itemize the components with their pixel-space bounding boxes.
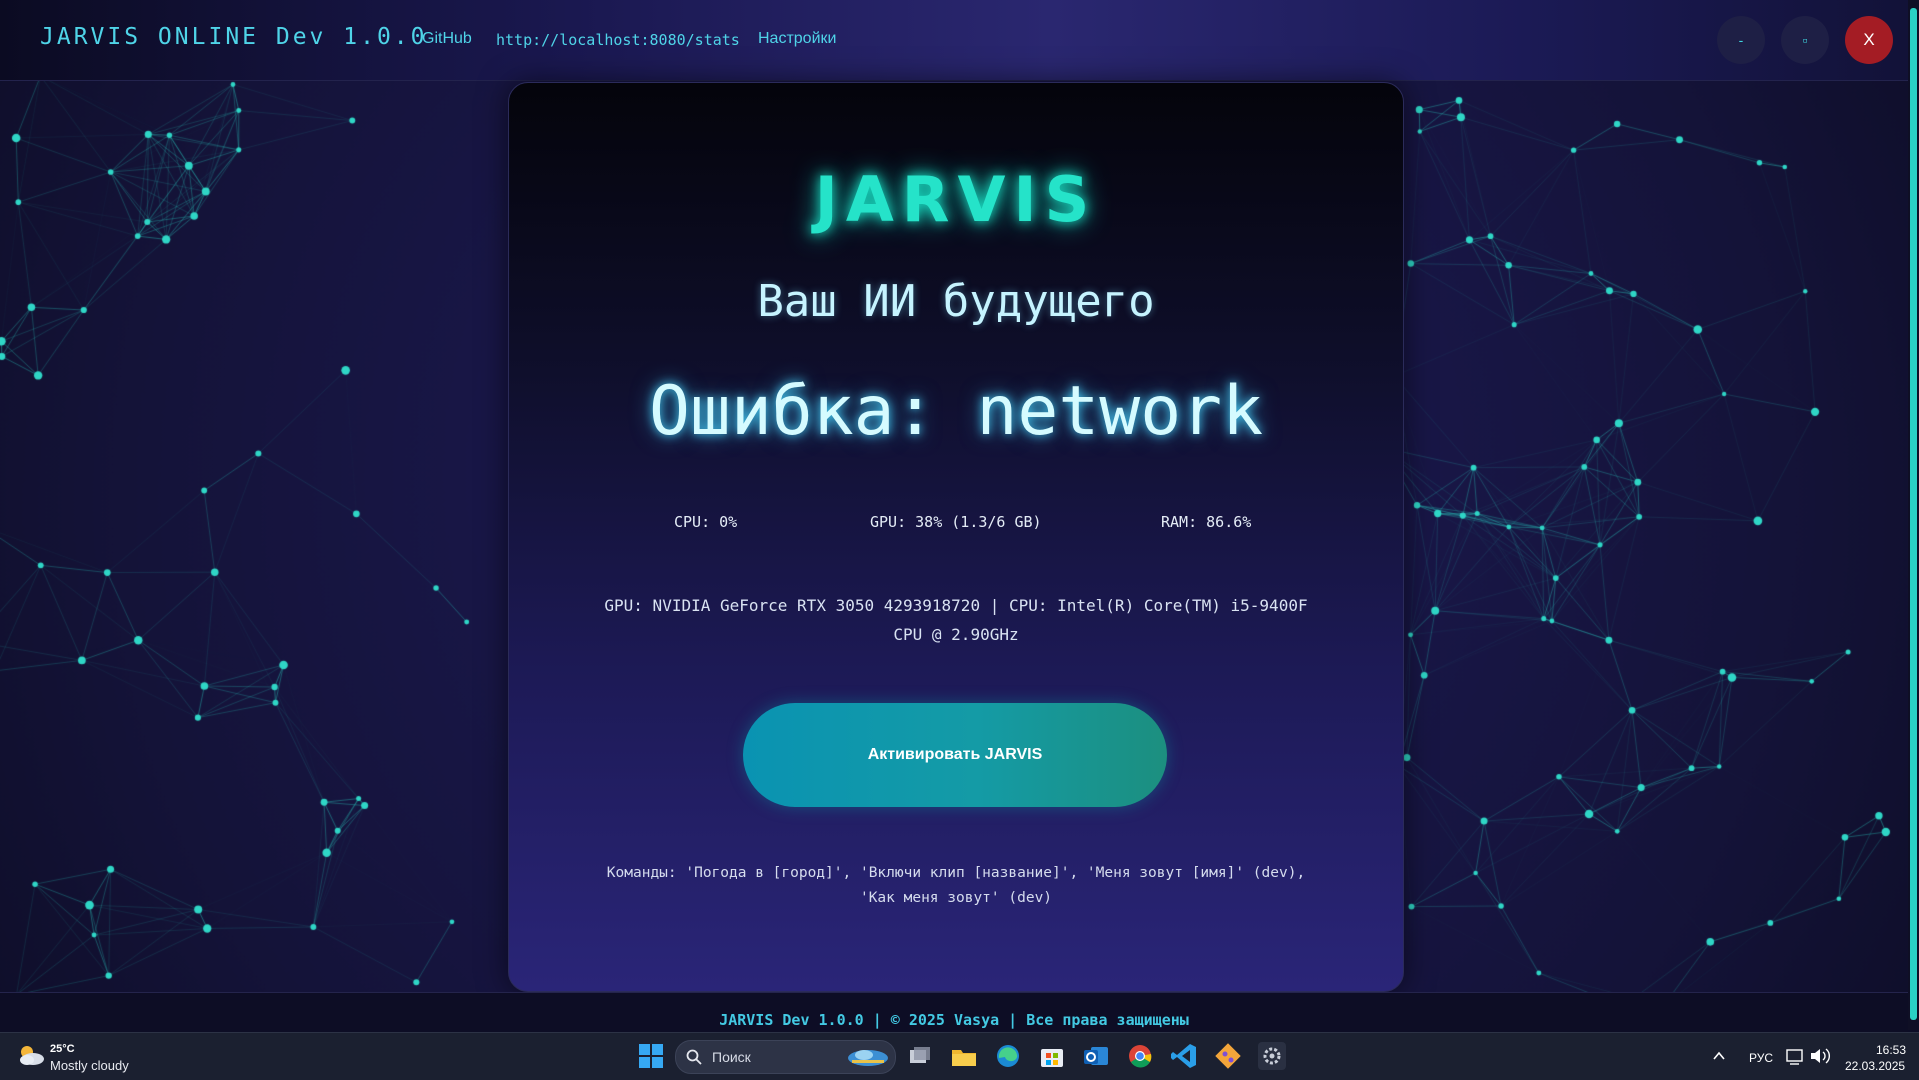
scrollbar-thumb[interactable] — [1910, 8, 1917, 1020]
subtitle: Ваш ИИ будущего — [757, 276, 1155, 327]
taskbar-search[interactable]: Поиск — [675, 1040, 896, 1074]
file-explorer-icon[interactable] — [949, 1041, 979, 1071]
chevron-up-icon[interactable] — [1710, 1041, 1728, 1071]
store-icon[interactable] — [1037, 1041, 1067, 1071]
close-button[interactable]: X — [1845, 16, 1893, 64]
taskbar: 25°C Mostly cloudy Поиск РУС 16:53 22.03… — [0, 1032, 1919, 1080]
search-icon — [686, 1049, 702, 1065]
commands-hint: Команды: 'Погода в [город]', 'Включи кли… — [569, 861, 1343, 911]
weather-description[interactable]: Mostly cloudy — [50, 1058, 129, 1073]
minimize-button[interactable]: - — [1717, 16, 1765, 64]
outlook-icon[interactable] — [1081, 1041, 1111, 1071]
footer: JARVIS Dev 1.0.0 | © 2025 Vasya | Все пр… — [0, 992, 1908, 1033]
clock-time[interactable]: 16:53 — [1876, 1043, 1906, 1057]
maximize-button[interactable]: ▫ — [1781, 16, 1829, 64]
search-highlight-icon — [848, 1050, 888, 1066]
language-indicator[interactable]: РУС — [1749, 1051, 1773, 1065]
nav-settings-link[interactable]: Настройки — [758, 30, 836, 48]
vscode-icon[interactable] — [1169, 1041, 1199, 1071]
task-view-icon[interactable] — [905, 1041, 935, 1071]
git-icon[interactable] — [1213, 1041, 1243, 1071]
scrollbar[interactable] — [1908, 0, 1919, 1030]
network-icon[interactable] — [1784, 1041, 1806, 1071]
status-message: Ошибка: network — [648, 372, 1264, 451]
cpu-stat: CPU: 0% — [674, 513, 738, 531]
main-panel: JARVIS Ваш ИИ будущего Ошибка: network C… — [508, 82, 1404, 992]
gpu-stat: GPU: 38% (1.3/6 GB) — [870, 513, 1042, 531]
edge-icon[interactable] — [993, 1041, 1023, 1071]
commands-line-2: 'Как меня зовут' (dev) — [859, 890, 1053, 906]
windows-start-icon[interactable] — [636, 1041, 666, 1071]
settings-app-icon[interactable] — [1257, 1041, 1287, 1071]
footer-text: JARVIS Dev 1.0.0 | © 2025 Vasya | Все пр… — [719, 1011, 1189, 1029]
hardware-line-1: GPU: NVIDIA GeForce RTX 3050 4293918720 … — [604, 596, 1308, 615]
nav-stats-link[interactable]: http://localhost:8080/stats — [496, 31, 740, 49]
hardware-info: GPU: NVIDIA GeForce RTX 3050 4293918720 … — [579, 591, 1333, 649]
activate-button[interactable]: Активировать JARVIS — [743, 703, 1167, 807]
jarvis-logo: JARVIS — [814, 163, 1098, 236]
commands-line-1: Команды: 'Погода в [город]', 'Включи кли… — [606, 865, 1306, 881]
chrome-icon[interactable] — [1125, 1041, 1155, 1071]
nav-github-link[interactable]: GitHub — [422, 30, 472, 48]
clock-date[interactable]: 22.03.2025 — [1845, 1059, 1905, 1073]
volume-icon[interactable] — [1808, 1041, 1832, 1071]
cloud-sun-icon[interactable] — [16, 1043, 46, 1067]
search-placeholder: Поиск — [712, 1049, 751, 1065]
ram-stat: RAM: 86.6% — [1161, 513, 1252, 531]
top-bar: JARVIS ONLINE Dev 1.0.0 GitHub http://lo… — [0, 0, 1908, 81]
app-title: JARVIS ONLINE Dev 1.0.0 — [40, 24, 428, 50]
hardware-line-2: CPU @ 2.90GHz — [893, 625, 1019, 644]
weather-temperature[interactable]: 25°C — [50, 1043, 75, 1055]
